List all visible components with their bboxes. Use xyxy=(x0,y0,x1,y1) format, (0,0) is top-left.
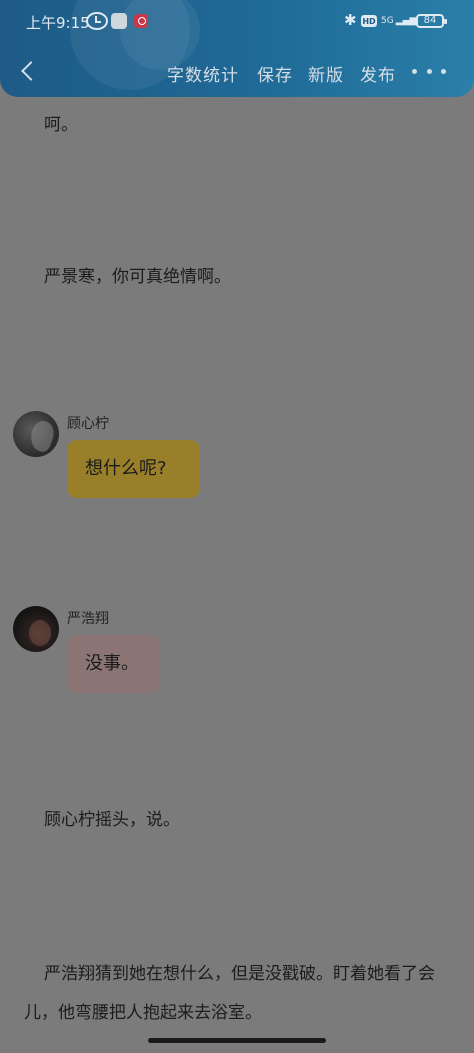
chat-sender-name: 严浩翔 xyxy=(67,611,109,627)
story-paragraph: 严浩翔猜到她在想什么，但是没戳破。盯着她看了会儿，他弯腰把人抱起来去浴室。 xyxy=(24,964,435,1023)
story-text-line: 顾心柠摇头，说。 xyxy=(44,810,180,830)
signal-icon: 5G ▂▄▆ xyxy=(381,12,416,30)
battery-icon: 84 xyxy=(416,14,447,28)
app-notification-icon xyxy=(111,13,127,29)
app-notification-icon xyxy=(134,14,148,28)
publish-button[interactable]: 发布 xyxy=(360,61,396,86)
back-button[interactable] xyxy=(16,58,40,86)
battery-level: 84 xyxy=(423,15,437,26)
avatar[interactable] xyxy=(13,411,59,457)
chat-bubble: 想什么呢? xyxy=(67,440,200,498)
story-text-line: 呵。 xyxy=(44,115,78,135)
top-toolbar: 上午9:15 ✱ HD 5G ▂▄▆ 84 字数统计 保存 新版 发布 xyxy=(0,0,474,97)
avatar[interactable] xyxy=(13,606,59,652)
status-bar: 上午9:15 ✱ HD 5G ▂▄▆ 84 xyxy=(0,0,474,42)
bluetooth-icon: ✱ xyxy=(344,11,357,29)
chat-sender-name: 顾心柠 xyxy=(67,416,109,432)
word-count-button[interactable]: 字数统计 xyxy=(167,61,239,86)
more-dot-icon xyxy=(441,68,446,74)
chat-bubble: 没事。 xyxy=(67,635,159,693)
hd-icon: HD xyxy=(361,15,377,27)
signal-bars-icon: ▂▄▆ xyxy=(395,16,417,26)
more-options-button[interactable] xyxy=(412,62,446,80)
more-dot-icon xyxy=(412,68,417,74)
more-dot-icon xyxy=(426,68,432,74)
new-version-button[interactable]: 新版 xyxy=(308,61,344,86)
save-button[interactable]: 保存 xyxy=(257,61,293,86)
story-text-line: 严景寒，你可真绝情啊。 xyxy=(44,267,231,287)
status-time: 上午9:15 xyxy=(26,14,90,32)
network-label: 5G xyxy=(381,16,394,26)
home-indicator[interactable] xyxy=(148,1038,326,1043)
alarm-icon xyxy=(86,12,108,30)
